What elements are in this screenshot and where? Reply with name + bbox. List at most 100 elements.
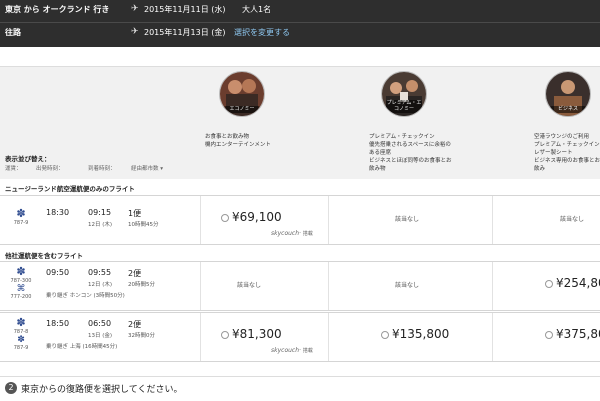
premium-economy-fare-cell[interactable]: ¥135,800 [328,313,493,361]
return-label: 往路 [5,28,21,37]
fare-amount: ¥81,300 [232,327,282,341]
arrival-time: 06:50 [88,319,112,328]
return-date: 2015年11月13日 (金) [144,28,226,37]
duration: 10時間45分 [128,222,159,228]
premium-economy-image: プレミアム・エコノミー [381,71,427,117]
sort-departure[interactable]: 出発時刻： [36,164,64,172]
business-fare-cell[interactable]: ¥254,80 [492,262,600,310]
flight-count: 2便 [128,269,142,278]
flight-row[interactable]: ✽ 787-9 18:30 09:15 12日 (木) 1便 10時間45分 ¥… [0,195,600,245]
plane-icon: ✈ [131,27,139,37]
feature-line: レザー製シート [534,150,573,156]
departure-time: 09:50 [46,268,70,277]
economy-label: エコノミー [224,105,260,113]
fare-amount: ¥254,80 [556,276,600,290]
koru-logo-icon: ✽ [16,265,26,278]
feature-line: 飲み物 [369,166,386,172]
sort-label: 表示並び替え： [5,155,51,163]
feature-line: 機内エンターテインメント [205,142,271,148]
feature-line: プレミアム・チェックイン [534,142,600,148]
flight-row[interactable]: ✽ 787-300 ⌘ 777-200 09:50 09:55 12日 (木) … [0,261,600,311]
section-partner: 他社運航便を含むフライト [5,252,83,260]
economy-features: お食事とお飲み物 機内エンターテインメント [205,133,271,149]
feature-line: お食事とお飲み物 [205,134,250,140]
feature-line: ビジネス専用のお食事とお飲み [534,158,600,172]
economy-fare-cell: 該当なし [200,262,329,310]
plane-icon: ✈ [131,4,139,14]
sort-fare[interactable]: 運賃： [5,164,22,172]
airline-badge: ✽ 787-300 ⌘ 777-200 [6,265,36,301]
duration: 32時間0分 [128,333,155,339]
feature-line: 空港ラウンジのご利用 [534,134,590,140]
outbound-row: 東京 から オークランド 行き ✈ 2015年11月11日 (水) 大人1名 [0,4,600,24]
koru-logo-icon: ✽ [16,316,26,329]
fare-radio[interactable] [221,213,229,222]
partner-logo-icon: ⌘ [16,284,26,294]
economy-fare[interactable]: ¥69,100 [221,210,282,224]
header-divider [0,22,600,23]
not-available: 該当なし [395,282,420,289]
transfer-info: 乗り継ぎ ホンコン (3時間50分) [46,293,125,299]
skycouch-badge: skycouch· 搭載 [271,230,313,237]
arrival-time: 09:55 [88,268,112,277]
arrival-day: 13日 (金) [88,333,113,339]
skycouch-badge: skycouch· 搭載 [271,347,313,354]
step-instruction: 東京からの復路便を選択してください。 [21,385,183,395]
economy-fare-cell[interactable]: ¥81,300 skycouch· 搭載 [200,313,329,361]
aircraft-type: 787-9 [13,345,29,351]
feature-line: ビジネスとほぼ同等のお食事とお [369,158,452,164]
business-fare[interactable]: ¥254,80 [545,276,600,290]
return-row: 往路 ✈ 2015年11月13日 (金) 選択を変更する [0,27,600,47]
fare-radio[interactable] [545,279,553,288]
change-selection-link[interactable]: 選択を変更する [234,27,290,38]
arrival-day: 12日 (木) [88,222,113,228]
skycouch-suffix: 搭載 [302,348,313,354]
section-nz-only: ニュージーランド航空運航便のみのフライト [5,185,135,193]
flight-count: 2便 [128,320,142,329]
sort-arrival[interactable]: 到着時刻： [88,164,116,172]
business-features: 空港ラウンジのご利用 プレミアム・チェックイン レザー製シート ビジネス専用のお… [534,133,600,173]
passenger-count: 大人1名 [242,5,272,14]
fare-radio[interactable] [221,330,229,339]
skycouch-text: skycouch [271,347,300,354]
departure-time: 18:50 [46,319,70,328]
premium-economy-fare-cell: 該当なし [328,262,493,310]
business-fare-cell[interactable]: ¥375,80 [492,313,600,361]
fare-amount: ¥69,100 [232,210,282,224]
koru-logo-icon: ✽ [16,207,26,220]
sort-stops[interactable]: 経由都市数 ▾ [131,164,163,172]
skycouch-text: skycouch [271,230,300,237]
not-available: 該当なし [237,282,262,289]
economy-fare-cell[interactable]: ¥69,100 skycouch· 搭載 [200,196,329,244]
flight-count: 1便 [128,209,142,218]
arrival-day: 12日 (木) [88,282,113,288]
aircraft-type: 777-200 [10,294,32,300]
premium-economy-label: プレミアム・エコノミー [386,100,422,113]
business-fare-cell: 該当なし [492,196,600,244]
not-available: 該当なし [395,216,420,223]
not-available: 該当なし [560,216,585,223]
skycouch-suffix: 搭載 [302,231,313,237]
fare-class-header: エコノミー プレミアム・エコノミー ビジネス お食事とお飲み物 機内エンターテイ… [0,66,600,179]
airline-badge: ✽ 787-8 ✽ 787-9 [6,316,36,352]
business-fare[interactable]: ¥375,80 [545,327,600,341]
fare-radio[interactable] [545,330,553,339]
transfer-info: 乗り継ぎ 上海 (16時間45分) [46,344,118,350]
departure-time: 18:30 [46,208,70,217]
flight-row[interactable]: ✽ 787-8 ✽ 787-9 18:50 06:50 13日 (金) 2便 3… [0,312,600,362]
arrival-time: 09:15 [88,208,112,217]
feature-line: 優先搭乗されるスペースに余裕の [369,142,451,148]
feature-line: ある座席 [369,150,392,156]
outbound-date: 2015年11月11日 (水) [144,5,226,14]
economy-fare[interactable]: ¥81,300 [221,327,282,341]
itinerary-header: 東京 から オークランド 行き ✈ 2015年11月11日 (水) 大人1名 往… [0,0,600,47]
feature-line: プレミアム・チェックイン [369,134,435,140]
koru-logo-icon: ✽ [17,335,25,345]
airline-badge: ✽ 787-9 [6,207,36,227]
premium-economy-fare[interactable]: ¥135,800 [381,327,449,341]
return-step: 2 東京からの復路便を選択してください。 [0,376,600,401]
fare-amount: ¥135,800 [392,327,450,341]
step-number: 2 [5,382,17,394]
premium-economy-features: プレミアム・チェックイン 優先搭乗されるスペースに余裕の ある座席 ビジネスとほ… [369,133,452,173]
fare-radio[interactable] [381,330,389,339]
